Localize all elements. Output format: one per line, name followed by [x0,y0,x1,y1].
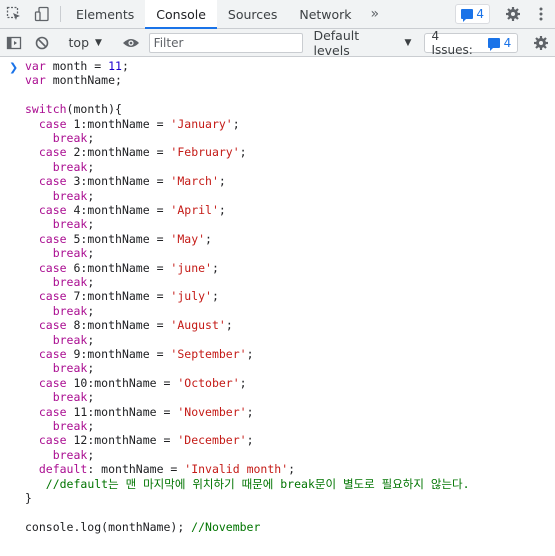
code-line: break; [52,361,95,376]
issues-label: 4 Issues: [431,28,473,57]
tab-sources[interactable]: Sources [217,0,288,28]
code-line: case 10:monthName = 'October'; [38,375,247,390]
code-line: break; [52,217,95,232]
tab-network[interactable]: Network [288,0,362,28]
code-line: break; [52,246,95,261]
issues-button[interactable]: 4 Issues: 4 [424,29,519,57]
code-line: var monthName; [25,73,122,88]
messages-count: 4 [476,7,484,21]
code-line: break; [52,447,95,462]
log-levels-select[interactable]: Default levels ▼ [309,28,415,58]
code-line: case 3:monthName = 'March'; [38,174,226,189]
code-line: break; [52,303,95,318]
code-line: console.log(monthName); //November [25,519,261,534]
code-line: case 12:monthName = 'December'; [38,433,254,448]
code-line: case 9:monthName = 'September'; [38,347,254,361]
code-line: case 4:monthName = 'April'; [38,203,226,217]
code-line: case 5:monthName = 'May'; [38,231,212,246]
topbar-right: 4 [455,0,555,28]
devtools-tabbar: Elements Console Sources Network » 4 [0,0,555,29]
dropdown-arrow-icon: ▼ [404,37,412,48]
code-line: break; [52,131,95,145]
code-line: case 1:monthName = 'January'; [38,116,240,131]
code-line: break; [52,275,95,289]
message-icon [487,37,500,51]
code-line: case 2:monthName = 'February'; [38,145,247,160]
code-line: break; [52,188,95,203]
code-line: break; [52,419,95,433]
code-line: case 7:monthName = 'july'; [38,289,219,304]
context-select[interactable]: top ▼ [65,35,108,50]
settings-gear-icon[interactable] [499,6,527,22]
code-line: } [25,491,32,505]
code-line: case 6:monthName = 'june'; [38,260,219,275]
clear-console-icon[interactable] [28,35,56,51]
levels-label: Default levels [313,27,360,58]
context-label: top [68,35,89,50]
code-line: default: monthName = 'Invalid month'; [38,462,296,477]
message-icon [461,9,474,22]
tab-console[interactable]: Console [145,0,217,29]
inspect-element-icon[interactable] [0,0,28,28]
console-toolbar: top ▼ Filter Default levels ▼ 4 Issues: … [0,28,555,58]
live-expression-eye-icon[interactable] [117,35,145,51]
issues-count: 4 [503,35,512,50]
messages-badge[interactable]: 4 [455,4,490,24]
more-tabs-icon[interactable]: » [363,0,388,28]
more-options-icon[interactable] [527,6,555,22]
console-settings-gear-icon[interactable] [527,35,555,51]
code-line: break; [52,159,95,174]
dropdown-arrow-icon: ▼ [95,37,102,48]
code-line: //default는 맨 마지막에 위치하기 때문에 break문이 별도로 필… [45,476,470,491]
sidebar-toggle-icon[interactable] [0,35,28,51]
code-line: var month = 11; [25,59,129,73]
code-line: break; [52,390,95,405]
tab-elements[interactable]: Elements [65,0,145,28]
code-line: case 11:monthName = 'November'; [38,404,254,419]
code-line: break; [52,332,95,347]
divider [60,6,61,22]
prompt-chevron-icon: ❯ [9,61,19,74]
device-toolbar-icon[interactable] [28,0,56,28]
code-line: case 8:monthName = 'August'; [38,318,233,333]
code-line: switch(month){ [25,102,122,117]
filter-input[interactable]: Filter [148,32,304,53]
